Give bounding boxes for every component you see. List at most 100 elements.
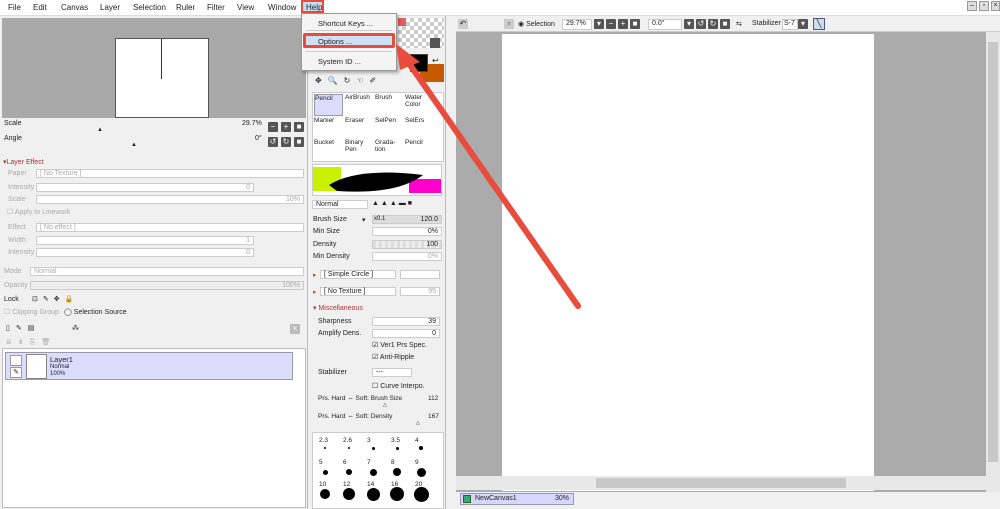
restore-icon[interactable]: ▫	[979, 1, 989, 11]
zoom-dropdown-icon[interactable]: ▾	[594, 19, 604, 29]
paper-select[interactable]: [ No Texture ]	[36, 169, 304, 178]
tool-pencil-2[interactable]: Pencil	[405, 139, 434, 161]
nav-tools[interactable]: ✥🔍↻☜✐	[315, 76, 382, 85]
brush-shape-buttons[interactable]: ▲▲▲▬■	[372, 200, 414, 207]
layer-ops-buttons[interactable]: ⇊⇟⎘🗑	[6, 338, 56, 347]
brush-size-preset-dot[interactable]	[348, 447, 350, 449]
selection-source-checkbox[interactable]: ◯ Selection Source	[64, 308, 127, 316]
brush-size-preset-dot[interactable]	[343, 488, 355, 500]
layer-new-buttons[interactable]: ▯✎▤	[6, 324, 40, 332]
brush-size-preset-label[interactable]: 4	[415, 437, 419, 444]
menu-help[interactable]: Help	[306, 3, 322, 12]
menu-filter[interactable]: Filter	[207, 3, 225, 12]
brush-size-dropdown[interactable]: ▾	[362, 216, 366, 224]
rotate-left-icon[interactable]: ↺	[268, 137, 278, 147]
lock-icons[interactable]: ⊡✎✥🔒	[32, 295, 78, 303]
panel-close-icon[interactable]: ×	[290, 324, 300, 334]
swatch-red[interactable]	[398, 18, 406, 26]
tool-brush[interactable]: Brush	[375, 94, 404, 116]
menu-edit[interactable]: Edit	[33, 3, 47, 12]
brush-size-preset-label[interactable]: 2.3	[319, 437, 328, 444]
horizontal-scrollbar[interactable]	[456, 476, 986, 490]
density-slider[interactable]: 100	[372, 240, 442, 249]
stabilizer-toolbar-select[interactable]: S-7	[782, 19, 798, 30]
brush-size-preset-label[interactable]: 10	[319, 481, 326, 488]
angle-select[interactable]: 0.0°	[648, 19, 682, 30]
zoom-out-icon[interactable]: −	[268, 122, 278, 132]
clipping-group-checkbox[interactable]: ☐ Clipping Group	[4, 308, 59, 316]
tool-selers[interactable]: SelErs	[405, 117, 434, 139]
expand-icon[interactable]: ▸	[313, 288, 317, 296]
menu-help-highlight[interactable]: Help	[301, 0, 324, 13]
brush-size-preset-label[interactable]: 7	[367, 459, 371, 466]
brush-size-preset-dot[interactable]	[346, 469, 352, 475]
brush-size-preset-dot[interactable]	[322, 469, 328, 475]
horizontal-scroll-thumb[interactable]	[596, 478, 846, 488]
tool-marker[interactable]: Marker	[314, 117, 343, 139]
undo-icon[interactable]: ↶	[458, 19, 468, 29]
brush-size-preset-dot[interactable]	[390, 487, 404, 501]
prs-density-thumb[interactable]: △	[416, 420, 420, 426]
prs-size-thumb[interactable]: △	[383, 402, 387, 408]
tool-pencil[interactable]: Pencil	[314, 94, 343, 116]
brush-size-preset-dot[interactable]	[395, 446, 399, 450]
navigator[interactable]	[2, 18, 306, 118]
stabilizer-select[interactable]: ---	[372, 368, 412, 377]
tool-binary-pen[interactable]: Binary Pen	[345, 139, 374, 161]
deselect-icon[interactable]: ▫	[504, 19, 514, 29]
brush-size-preset-label[interactable]: 6	[343, 459, 347, 466]
close-icon[interactable]: ×	[991, 1, 1000, 11]
brush-shape-amount[interactable]	[400, 270, 440, 279]
system-id-item[interactable]: System ID ...	[318, 57, 361, 66]
tool-selpen[interactable]: SelPen	[375, 117, 404, 139]
brush-size-grid[interactable]: 2.3 2.6 3 3.5 4 5 6 7 8 9 10 12 14 16 20	[312, 432, 444, 509]
brush-size-preset-label[interactable]: 5	[319, 459, 323, 466]
brush-size-preset-label[interactable]: 8	[391, 459, 395, 466]
brush-size-preset-dot[interactable]	[419, 446, 423, 450]
opacity-slider[interactable]: 100%	[30, 281, 304, 290]
tool-bucket[interactable]: Bucket	[314, 139, 343, 161]
brush-size-preset-dot[interactable]	[371, 446, 375, 450]
brush-shape-select[interactable]: [ Simple Circle ]	[320, 270, 396, 279]
swatch-dark[interactable]	[430, 38, 440, 48]
layer-effect-header[interactable]: ▾Layer Effect	[3, 158, 44, 166]
tool-eraser[interactable]: Eraser	[345, 117, 374, 139]
min-size-slider[interactable]: 0%	[372, 227, 442, 236]
paper-scale-slider[interactable]: 10%	[36, 195, 304, 204]
texture-amount-slider[interactable]: 95	[400, 287, 440, 296]
zoom-reset-icon[interactable]: ■	[294, 122, 304, 132]
tool-gradation[interactable]: Grada- tion	[375, 139, 404, 161]
expand-icon[interactable]: ▸	[313, 271, 317, 279]
layer-row[interactable]: ✎ Layer1 Normal 100%	[5, 352, 293, 380]
zoom-in-icon[interactable]: +	[281, 122, 291, 132]
tool-watercolor[interactable]: Water Color	[405, 94, 434, 116]
zoom-in-icon[interactable]: +	[618, 19, 628, 29]
scale-slider-thumb[interactable]: ▲	[97, 127, 103, 133]
brush-texture-select[interactable]: [ No Texture ]	[320, 287, 396, 296]
brush-size-preset-label[interactable]: 2.6	[343, 437, 352, 444]
rotate-right-icon[interactable]: ↻	[281, 137, 291, 147]
flip-icon[interactable]: ⇆	[736, 20, 742, 28]
effect-intensity-slider[interactable]: 0	[36, 248, 254, 257]
shortcut-keys-item[interactable]: Shortcut Keys ...	[318, 19, 373, 28]
selection-toggle[interactable]: ◉ Selection	[518, 20, 555, 28]
menu-file[interactable]: File	[8, 3, 21, 12]
options-item[interactable]: Options ...	[318, 37, 352, 46]
scale-slider[interactable]	[2, 119, 264, 127]
menu-selection[interactable]: Selection	[133, 3, 166, 12]
visibility-toggle[interactable]	[10, 355, 22, 366]
brush-size-preset-label[interactable]: 12	[343, 481, 350, 488]
ver1-prs-checkbox[interactable]: ☑ Ver1 Prs Spec.	[372, 341, 427, 349]
rotate-reset-icon[interactable]: ■	[720, 19, 730, 29]
menu-ruler[interactable]: Ruler	[176, 3, 195, 12]
menu-canvas[interactable]: Canvas	[61, 3, 88, 12]
main-color-box[interactable]	[410, 54, 428, 72]
zoom-select[interactable]: 29.7%	[562, 19, 592, 30]
lasso-icon[interactable]: ⁂	[72, 324, 79, 332]
brush-size-preset-dot[interactable]	[413, 486, 429, 502]
rotate-right-icon[interactable]: ↻	[708, 19, 718, 29]
drawing-canvas[interactable]	[502, 34, 874, 491]
brush-size-preset-dot[interactable]	[393, 468, 401, 476]
brush-size-preset-label[interactable]: 9	[415, 459, 419, 466]
brush-blend-select[interactable]: Normal	[312, 200, 368, 209]
